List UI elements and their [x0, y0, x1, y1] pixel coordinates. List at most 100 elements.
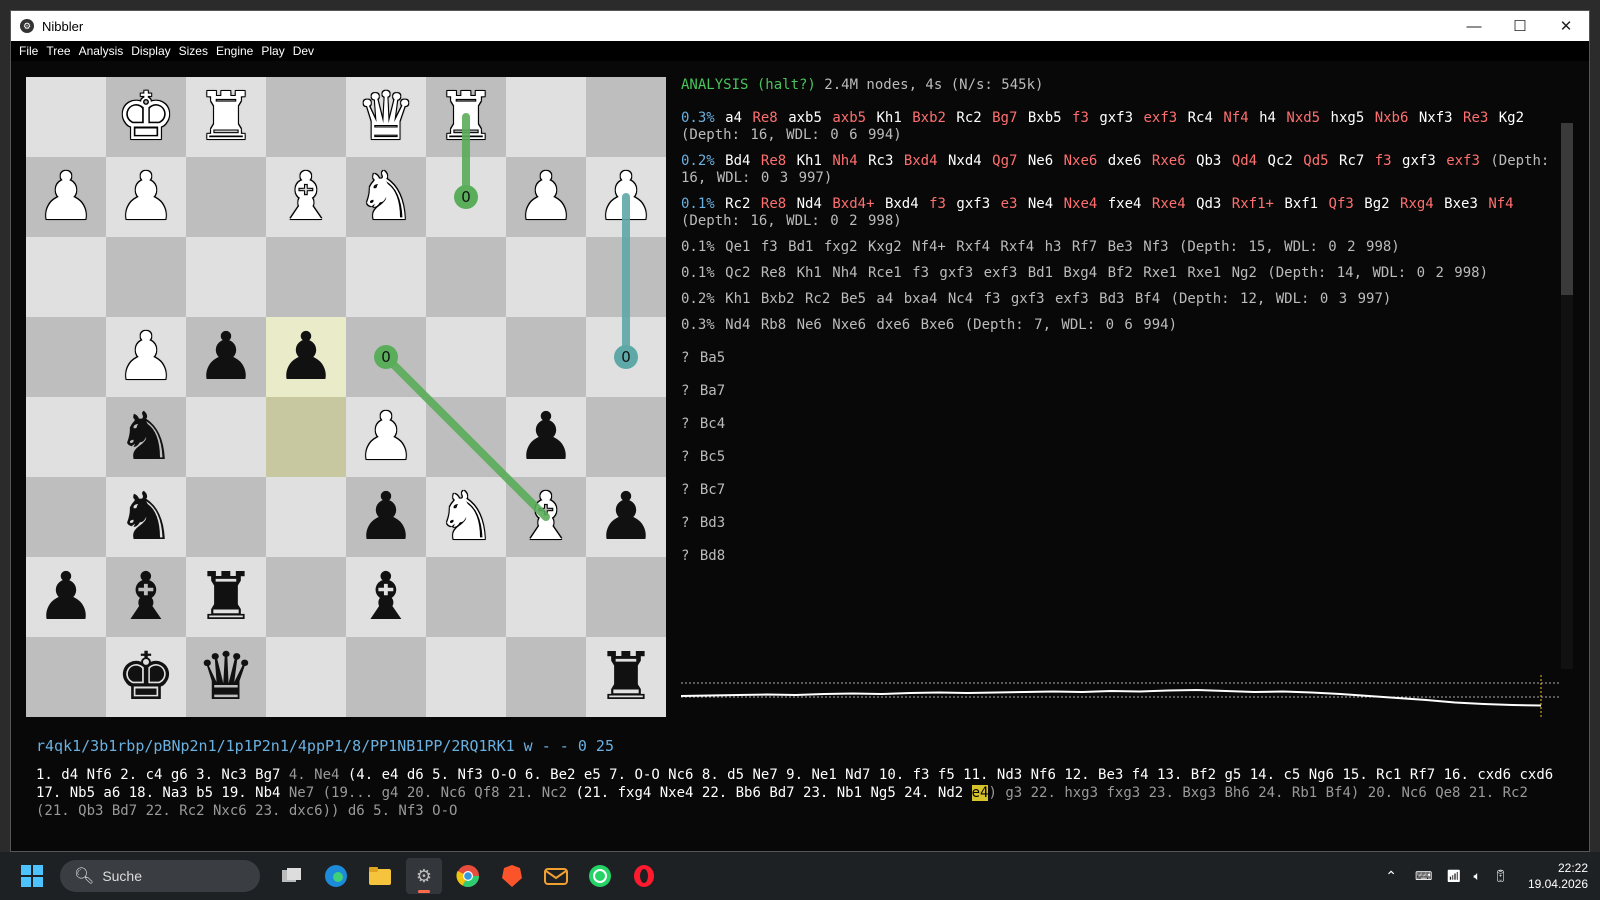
square-d8[interactable] — [266, 77, 346, 157]
pv-move[interactable]: Nh4 — [832, 153, 857, 169]
black-rook-icon[interactable]: ♜ — [186, 557, 266, 637]
unexplored-move[interactable]: ? Bc5 — [681, 449, 1561, 466]
white-king-icon[interactable]: ♚ — [106, 77, 186, 157]
pv-line-shallow[interactable]: 0.1% Qe1 f3 Bd1 fxg2 Kxg2 Nf4+ Rxf4 Rxf4… — [681, 239, 1561, 256]
pv-move[interactable]: fxe4 — [1108, 196, 1142, 212]
square-h4[interactable] — [586, 397, 666, 477]
speaker-icon[interactable]: 🔈︎ — [1474, 869, 1481, 884]
black-king-icon[interactable]: ♚ — [106, 637, 186, 717]
white-bishop-icon[interactable]: ♝ — [506, 477, 586, 557]
pv-move[interactable]: Re3 — [1463, 110, 1488, 126]
wifi-icon[interactable]: 📶︎ — [1446, 869, 1461, 883]
black-knight-icon[interactable]: ♞ — [106, 397, 186, 477]
square-a4[interactable] — [26, 397, 106, 477]
menu-play[interactable]: Play — [257, 44, 288, 58]
pv-move[interactable]: hxg5 — [1331, 110, 1365, 126]
square-g5[interactable] — [506, 317, 586, 397]
pv-move[interactable]: gxf3 — [1099, 110, 1133, 126]
edge-browser-icon[interactable] — [318, 858, 354, 894]
square-c6[interactable] — [186, 237, 266, 317]
pv-move[interactable]: Qc2 — [1268, 153, 1293, 169]
pv-move[interactable]: Bxd4 — [904, 153, 938, 169]
white-bishop-icon[interactable]: ♝ — [266, 157, 346, 237]
unexplored-move[interactable]: ? Bd8 — [681, 548, 1561, 565]
white-knight-icon[interactable]: ♞ — [426, 477, 506, 557]
square-a8[interactable] — [26, 77, 106, 157]
pv-move[interactable]: Ne4 — [1028, 196, 1053, 212]
pv-move[interactable]: Bxb5 — [1028, 110, 1062, 126]
pv-move[interactable]: Rc7 — [1339, 153, 1364, 169]
pv-move[interactable]: Rc3 — [868, 153, 893, 169]
pv-move[interactable]: Nxb6 — [1375, 110, 1409, 126]
unexplored-move[interactable]: ? Ba5 — [681, 350, 1561, 367]
square-d3[interactable] — [266, 477, 346, 557]
pv-move[interactable]: Nxe4 — [1064, 196, 1098, 212]
current-move[interactable]: e4 — [971, 785, 989, 801]
square-f7[interactable] — [426, 157, 506, 237]
pv-line-shallow[interactable]: 0.2% Kh1 Bxb2 Rc2 Be5 a4 bxa4 Nc4 f3 gxf… — [681, 291, 1561, 308]
square-f6[interactable] — [426, 237, 506, 317]
pv-move[interactable]: Re8 — [761, 153, 786, 169]
pv-move[interactable]: Kh1 — [797, 153, 822, 169]
pv-move[interactable]: f3 — [1375, 153, 1392, 169]
opera-browser-icon[interactable] — [626, 858, 662, 894]
menu-tree[interactable]: Tree — [42, 44, 74, 58]
menu-dev[interactable]: Dev — [289, 44, 318, 58]
pv-move[interactable]: Qd5 — [1303, 153, 1328, 169]
pv-move[interactable]: Rc4 — [1188, 110, 1213, 126]
white-pawn-icon[interactable]: ♟ — [106, 157, 186, 237]
pv-move[interactable]: Ne6 — [1028, 153, 1053, 169]
black-bishop-icon[interactable]: ♝ — [106, 557, 186, 637]
pv-move[interactable]: Nxd4 — [948, 153, 982, 169]
move-list[interactable]: 1. d4 Nf6 2. c4 g6 3. Nc3 Bg7 4. Ne4 (4.… — [36, 766, 1556, 820]
square-c4[interactable] — [186, 397, 266, 477]
pv-move[interactable]: Qb3 — [1196, 153, 1221, 169]
pv-move[interactable]: Nxe6 — [1064, 153, 1098, 169]
pv-move[interactable]: Rc2 — [956, 110, 981, 126]
chevron-up-icon[interactable]: ⌃ — [1385, 868, 1397, 885]
close-button[interactable]: ✕ — [1543, 11, 1589, 41]
pv-move[interactable]: Bd4 — [725, 153, 750, 169]
black-pawn-icon[interactable]: ♟ — [186, 317, 266, 397]
pv-move[interactable]: Bxd4+ — [832, 196, 874, 212]
square-g6[interactable] — [506, 237, 586, 317]
nibbler-app-icon[interactable]: ⚙ — [406, 858, 442, 894]
square-e5[interactable] — [346, 317, 426, 397]
pv-move[interactable]: Re8 — [761, 196, 786, 212]
pv-move[interactable]: Rxe4 — [1152, 196, 1186, 212]
white-rook-icon[interactable]: ♜ — [186, 77, 266, 157]
movelist-main-line[interactable]: 1. d4 Nf6 2. c4 g6 3. Nc3 Bg7 — [36, 767, 289, 783]
white-pawn-icon[interactable]: ♟ — [106, 317, 186, 397]
pv-line-shallow[interactable]: 0.1% Qc2 Re8 Kh1 Nh4 Rce1 f3 gxf3 exf3 B… — [681, 265, 1561, 282]
pv-move[interactable]: axb5 — [788, 110, 822, 126]
unexplored-move[interactable]: ? Ba7 — [681, 383, 1561, 400]
pv-move[interactable]: exf3 — [1143, 110, 1177, 126]
pv-move[interactable]: Bg2 — [1364, 196, 1389, 212]
white-pawn-icon[interactable]: ♟ — [506, 157, 586, 237]
white-pawn-icon[interactable]: ♟ — [586, 157, 666, 237]
pv-move[interactable]: Qd3 — [1196, 196, 1221, 212]
square-c7[interactable] — [186, 157, 266, 237]
menu-engine[interactable]: Engine — [212, 44, 257, 58]
square-g8[interactable] — [506, 77, 586, 157]
square-e6[interactable] — [346, 237, 426, 317]
menu-analysis[interactable]: Analysis — [75, 44, 128, 58]
movelist-subvariation[interactable]: (21. fxg4 Nxe4 22. Bb6 Bd7 23. Nb1 Ng5 2… — [575, 785, 971, 801]
minimize-button[interactable]: — — [1451, 11, 1497, 41]
black-queen-icon[interactable]: ♛ — [186, 637, 266, 717]
black-pawn-icon[interactable]: ♟ — [26, 557, 106, 637]
square-f5[interactable] — [426, 317, 506, 397]
menu-display[interactable]: Display — [127, 44, 174, 58]
white-queen-icon[interactable]: ♛ — [346, 77, 426, 157]
black-pawn-icon[interactable]: ♟ — [586, 477, 666, 557]
taskbar-search[interactable]: 🔍︎ Suche — [60, 860, 260, 892]
windows-start-icon[interactable] — [14, 858, 50, 894]
chess-board[interactable]: ♚ ♜ ♛ ♜ ♟ ♟ ♝ ♞ ♟ ♟ ♟ ♟ ♟ ♞ ♟ ♟ ♞ ♟ ♞ ♝ ♟ ♟ ♝ ♜ ♝ ♚ ♛ ♜ 000 — [26, 77, 666, 717]
task-view-icon[interactable] — [274, 858, 310, 894]
keyboard-icon[interactable]: ⌨ — [1415, 869, 1432, 883]
menu-file[interactable]: File — [15, 44, 42, 58]
pv-move[interactable]: Rxe6 — [1152, 153, 1186, 169]
square-e1[interactable] — [346, 637, 426, 717]
pv-move[interactable]: f3 — [1072, 110, 1089, 126]
pv-move[interactable]: Qf3 — [1329, 196, 1354, 212]
